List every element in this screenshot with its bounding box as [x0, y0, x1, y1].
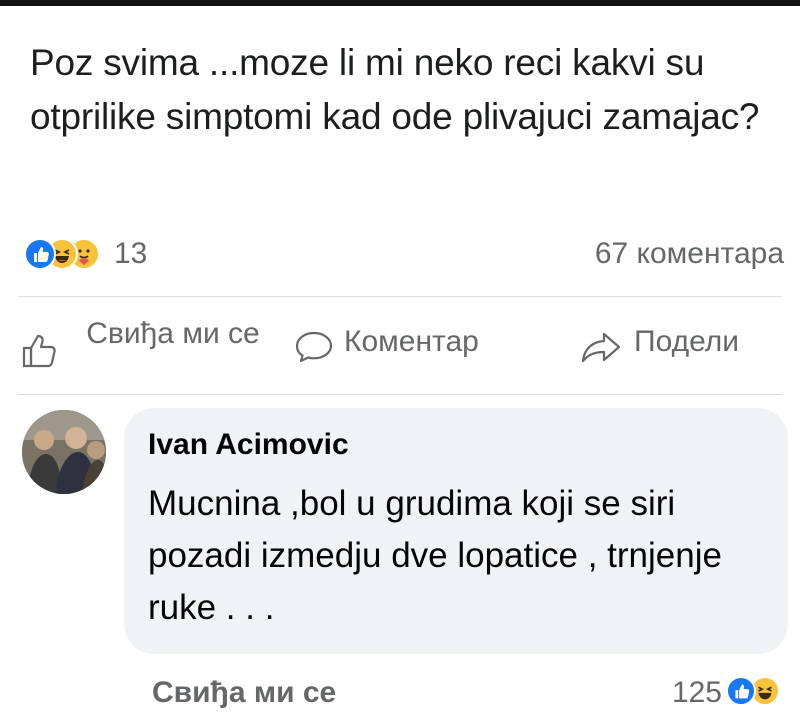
comment-label: Коментар	[344, 325, 479, 358]
post-actions: Свиђа ми се Коментар Подели	[0, 300, 800, 396]
share-arrow-icon	[581, 332, 621, 363]
thumbs-up-icon	[22, 334, 56, 368]
comment-author[interactable]: Ivan Acimovic	[148, 428, 349, 462]
divider	[18, 394, 782, 395]
comment-bubble: Ivan Acimovic Mucnina ,bol u grudima koj…	[124, 408, 788, 654]
comment-reactions[interactable]: 125	[646, 672, 786, 709]
like-label: Свиђа ми се	[86, 317, 260, 350]
comment-text: Mucnina ,bol u grudima koji se siri poza…	[148, 484, 722, 627]
divider	[18, 296, 782, 297]
post-text: Poz svima ...moze li mi neko reci kakvi …	[30, 42, 760, 137]
post-stats: 13 67 коментара	[24, 234, 784, 274]
reaction-count[interactable]: 13	[114, 237, 147, 271]
comment-like-button[interactable]: Свиђа ми се	[152, 676, 336, 710]
like-icon	[24, 238, 56, 270]
top-bar	[0, 0, 800, 6]
comment-count[interactable]: 67 коментара	[595, 237, 784, 271]
comment-reaction-count: 125	[671, 676, 722, 709]
comment-bubble-icon	[295, 331, 333, 363]
avatar[interactable]	[22, 410, 106, 494]
like-icon	[726, 676, 756, 706]
share-label: Подели	[634, 325, 740, 358]
